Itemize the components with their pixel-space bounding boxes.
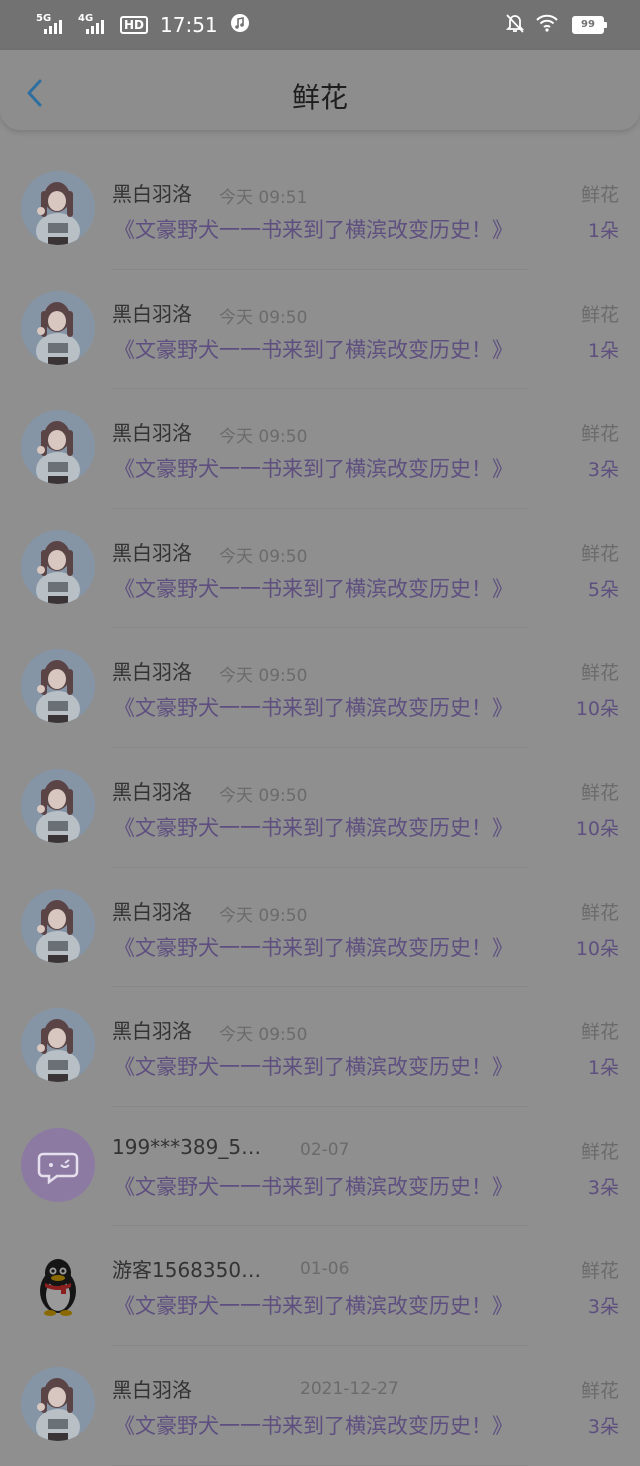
user-name: 黑白羽洛 bbox=[112, 1377, 192, 1402]
list-item[interactable]: 黑白羽洛 今天 09:50 《文豪野犬一一书来到了横滨改变历史！》 鲜花 10朵 bbox=[0, 748, 640, 868]
user-name: 黑白羽洛 bbox=[112, 182, 192, 206]
user-name: 黑白羽洛 bbox=[112, 779, 192, 804]
flower-record-list: 黑白羽洛 今天 09:51 《文豪野犬一一书来到了横滨改变历史！》 鲜花 1朵 黑白羽洛今… bbox=[0, 150, 640, 1466]
avatar[interactable] bbox=[21, 888, 95, 963]
book-title[interactable]: 《文豪野犬一一书来到了横滨改变历史！》 bbox=[114, 692, 513, 722]
gift-count: 1朵 bbox=[587, 339, 619, 362]
send-time: 今天 09:50 bbox=[219, 905, 308, 926]
send-time: 今天 09:50 bbox=[219, 307, 308, 328]
gift-count: 3朵 bbox=[587, 1296, 619, 1319]
gift-type: 鲜花 bbox=[580, 1379, 619, 1402]
music-note-icon bbox=[230, 13, 250, 37]
list-item[interactable]: 黑白羽洛 今天 09:50 《文豪野犬一一书来到了横滨改变历史！》 鲜花 3朵 bbox=[0, 389, 640, 509]
avatar[interactable] bbox=[21, 290, 95, 365]
avatar[interactable] bbox=[21, 1127, 95, 1202]
page-header: 鲜花 bbox=[0, 50, 640, 130]
gift-type: 鲜花 bbox=[580, 423, 619, 446]
list-item[interactable]: 199***389_5… 02-07 《文豪野犬一一书来到了横滨改变历史！》 鲜花 3朵 bbox=[0, 1107, 640, 1227]
gift-type: 鲜花 bbox=[580, 184, 619, 206]
user-name: 黑白羽洛 bbox=[112, 1019, 192, 1044]
status-time: 17:51 bbox=[160, 13, 218, 37]
book-title[interactable]: 《文豪野犬一一书来到了横滨改变历史！》 bbox=[114, 1171, 513, 1201]
user-name: 黑白羽洛 bbox=[112, 301, 192, 326]
send-time: 今天 09:50 bbox=[219, 546, 308, 567]
gift-count: 3朵 bbox=[587, 1176, 619, 1199]
avatar[interactable] bbox=[21, 171, 95, 245]
gift-count: 5朵 bbox=[587, 578, 619, 601]
book-title[interactable]: 《文豪野犬一一书来到了横滨改变历史！》 bbox=[114, 932, 513, 962]
user-name: 游客1568350… bbox=[112, 1258, 262, 1283]
send-time: 今天 09:50 bbox=[219, 785, 308, 806]
hd-badge: HD bbox=[120, 16, 149, 34]
book-title[interactable]: 《文豪野犬一一书来到了横滨改变历史！》 bbox=[114, 1051, 513, 1081]
battery-icon: 99 bbox=[572, 16, 607, 34]
gift-count: 3朵 bbox=[587, 459, 619, 482]
gift-type: 鲜花 bbox=[580, 303, 619, 326]
send-time: 今天 09:51 bbox=[219, 188, 308, 208]
gift-count: 1朵 bbox=[587, 1057, 619, 1080]
gift-count: 10朵 bbox=[575, 817, 619, 840]
user-name: 黑白羽洛 bbox=[112, 540, 192, 565]
gift-count: 10朵 bbox=[575, 937, 619, 960]
book-title[interactable]: 《文豪野犬一一书来到了横滨改变历史！》 bbox=[114, 812, 513, 842]
avatar[interactable] bbox=[21, 410, 95, 485]
signal-5g-icon: 5G bbox=[36, 14, 70, 36]
book-title[interactable]: 《文豪野犬一一书来到了横滨改变历史！》 bbox=[114, 214, 513, 244]
list-item[interactable]: 黑白羽洛 今天 09:50 《文豪野犬一一书来到了横滨改变历史！》 鲜花 1朵 bbox=[0, 987, 640, 1107]
gift-count: 1朵 bbox=[587, 220, 619, 242]
send-time: 今天 09:50 bbox=[219, 666, 308, 687]
list-item[interactable]: 黑白羽洛 今天 09:50 《文豪野犬一一书来到了横滨改变历史！》 鲜花 10朵 bbox=[0, 628, 640, 748]
user-name: 黑白羽洛 bbox=[112, 421, 192, 446]
status-bar: 5G 4G HD 17:51 99 bbox=[0, 0, 640, 50]
list-item[interactable]: 游客1568350… 01-06 《文豪野犬一一书来到了横滨改变历史！》 鲜花 3朵 bbox=[0, 1226, 640, 1346]
send-time: 今天 09:50 bbox=[219, 1025, 308, 1046]
gift-type: 鲜花 bbox=[580, 901, 619, 924]
avatar[interactable] bbox=[21, 529, 95, 604]
send-time: 01-06 bbox=[300, 1259, 350, 1280]
gift-type: 鲜花 bbox=[580, 781, 619, 804]
book-title[interactable]: 《文豪野犬一一书来到了横滨改变历史！》 bbox=[114, 1290, 513, 1320]
avatar[interactable] bbox=[21, 1247, 95, 1322]
gift-type: 鲜花 bbox=[580, 1021, 619, 1044]
book-title[interactable]: 《文豪野犬一一书来到了横滨改变历史！》 bbox=[114, 573, 513, 603]
gift-type: 鲜花 bbox=[580, 662, 619, 685]
book-title[interactable]: 《文豪野犬一一书来到了横滨改变历史！》 bbox=[114, 334, 513, 364]
avatar[interactable] bbox=[21, 768, 95, 843]
book-title[interactable]: 《文豪野犬一一书来到了横滨改变历史！》 bbox=[114, 1410, 513, 1440]
send-time: 2021-12-27 bbox=[300, 1378, 399, 1399]
send-time: 今天 09:50 bbox=[219, 427, 308, 448]
gift-type: 鲜花 bbox=[580, 542, 619, 565]
page-title: 鲜花 bbox=[291, 81, 348, 114]
list-item[interactable]: 黑白羽洛 2021-12-27 《文豪野犬一一书来到了横滨改变历史！》 鲜花 3朵 bbox=[0, 1346, 640, 1466]
mute-bell-icon bbox=[505, 13, 525, 37]
wifi-icon bbox=[536, 14, 558, 36]
avatar[interactable] bbox=[21, 649, 95, 724]
list-item[interactable]: 黑白羽洛 今天 09:50 《文豪野犬一一书来到了横滨改变历史！》 鲜花 10朵 bbox=[0, 868, 640, 988]
avatar[interactable] bbox=[21, 1366, 95, 1441]
user-name: 199***389_5… bbox=[112, 1134, 262, 1159]
divider bbox=[112, 1464, 528, 1466]
list-item[interactable]: 黑白羽洛 今天 09:51 《文豪野犬一一书来到了横滨改变历史！》 鲜花 1朵 bbox=[0, 150, 640, 270]
gift-type: 鲜花 bbox=[580, 1140, 619, 1163]
signal-4g-icon: 4G bbox=[78, 14, 112, 36]
avatar[interactable] bbox=[21, 1008, 95, 1083]
book-title[interactable]: 《文豪野犬一一书来到了横滨改变历史！》 bbox=[114, 453, 513, 483]
gift-type: 鲜花 bbox=[580, 1260, 619, 1283]
list-item[interactable]: 黑白羽洛 今天 09:50 《文豪野犬一一书来到了横滨改变历史！》 鲜花 1朵 bbox=[0, 270, 640, 390]
gift-count: 10朵 bbox=[575, 698, 619, 721]
send-time: 02-07 bbox=[300, 1139, 350, 1160]
user-name: 黑白羽洛 bbox=[112, 660, 192, 685]
list-item[interactable]: 黑白羽洛 今天 09:50 《文豪野犬一一书来到了横滨改变历史！》 鲜花 5朵 bbox=[0, 509, 640, 629]
user-name: 黑白羽洛 bbox=[112, 899, 192, 924]
gift-count: 3朵 bbox=[587, 1415, 619, 1438]
